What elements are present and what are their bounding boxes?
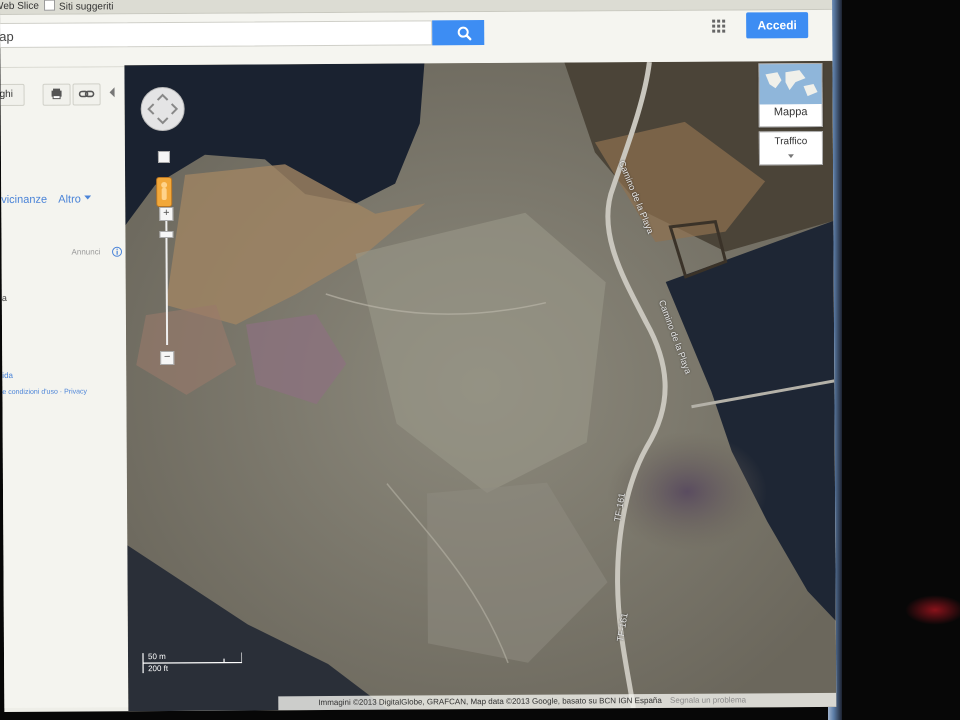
zoom-reset-button[interactable]	[157, 150, 170, 164]
bookmark-web-slice[interactable]: Web Slice	[0, 0, 39, 14]
scale-imperial: 200 ft	[148, 663, 169, 674]
bookmark-suggested-label: Siti suggeriti	[59, 1, 114, 13]
traffic-label: Traffico	[774, 136, 808, 148]
left-panel: ghi vicinanze Altro Annunci a ida e cond…	[0, 67, 129, 708]
map-type-button[interactable]: Mappa	[758, 62, 823, 128]
pegman-icon	[161, 182, 168, 201]
more-dropdown-label: Altro	[58, 193, 81, 206]
browser-window: Web Slice Siti suggeriti ap Accedi ghi v…	[0, 0, 837, 712]
report-problem-link[interactable]: Segnala un problema	[670, 695, 746, 704]
street-view-pegman[interactable]	[156, 176, 173, 208]
footer-links: e condizioni d'uso · Privacy	[2, 388, 87, 396]
collapse-panel-arrow[interactable]	[107, 85, 117, 102]
search-icon	[457, 26, 472, 41]
pan-arrows-icon	[147, 93, 179, 125]
traffic-layer-button[interactable]: Traffico	[758, 130, 824, 166]
search-button[interactable]	[432, 20, 485, 46]
scale-metric: 50 m	[147, 651, 166, 662]
places-button-label: ghi	[0, 88, 13, 101]
panel-text-fragment: a	[1, 292, 7, 303]
background-light	[905, 595, 960, 625]
help-link[interactable]: ida	[2, 371, 13, 380]
map-scale: 50 m 200 ft	[142, 651, 243, 676]
page-icon	[43, 0, 56, 11]
zoom-handle[interactable]	[159, 230, 174, 239]
apps-grid-icon[interactable]	[712, 19, 726, 34]
link-button[interactable]	[72, 83, 101, 106]
privacy-link[interactable]: Privacy	[64, 388, 87, 395]
map-type-label: Mappa	[773, 106, 808, 119]
search-input[interactable]: ap	[0, 20, 433, 49]
print-icon	[51, 88, 62, 100]
footer-separator: ·	[59, 388, 63, 396]
pan-control[interactable]	[140, 86, 185, 132]
search-input-value: ap	[0, 28, 14, 45]
nearby-link[interactable]: vicinanze	[1, 194, 47, 206]
ads-label: Annunci	[71, 247, 101, 257]
bookmark-web-slice-label: Web Slice	[0, 0, 39, 13]
map-copyright: Immagini ©2013 DigitalGlobe, GRAFCAN, Ma…	[278, 692, 837, 711]
zoom-in-button[interactable]: +	[159, 206, 174, 222]
more-dropdown[interactable]: Altro	[58, 193, 91, 206]
info-icon[interactable]	[112, 246, 123, 260]
world-map-icon	[759, 63, 822, 105]
zoom-out-button[interactable]: −	[160, 350, 175, 366]
signin-button[interactable]: Accedi	[746, 12, 809, 39]
places-button[interactable]: ghi	[0, 83, 25, 107]
copyright-text: Immagini ©2013 DigitalGlobe, GRAFCAN, Ma…	[318, 695, 662, 708]
bookmark-suggested-sites[interactable]: Siti suggeriti	[43, 0, 114, 15]
caret-down-icon	[787, 154, 794, 159]
link-icon	[78, 90, 95, 98]
chevron-left-icon	[109, 87, 115, 98]
print-button[interactable]	[42, 83, 71, 106]
terms-link[interactable]: e condizioni d'uso	[2, 389, 57, 396]
satellite-map[interactable]: Camino de la Playa Camino de la Playa TF…	[124, 60, 837, 712]
maps-header: ap Accedi	[0, 9, 833, 68]
satellite-imagery	[124, 60, 837, 712]
caret-down-icon	[83, 195, 91, 200]
